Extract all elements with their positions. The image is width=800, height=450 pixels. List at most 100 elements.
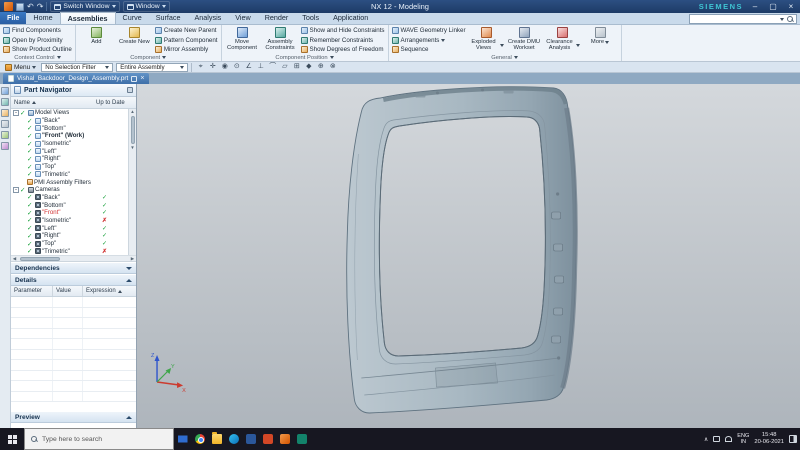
wave-geometry-linker-button[interactable]: WAVE Geometry Linker: [391, 26, 466, 35]
command-finder[interactable]: [689, 14, 797, 24]
tree-expand-toggle[interactable]: -: [13, 109, 19, 116]
save-icon[interactable]: [16, 2, 24, 11]
tree-group-model-views[interactable]: - ✓ Model Views: [11, 109, 128, 117]
ribbon-tab-tools[interactable]: Tools: [295, 12, 326, 24]
add-component-button[interactable]: Add: [79, 26, 114, 45]
intersection-icon[interactable]: ⊕: [315, 62, 326, 72]
assembly-constraints-button[interactable]: Assembly Constraints: [263, 26, 298, 51]
scroll-right-icon[interactable]: ▶: [129, 256, 136, 262]
action-center-icon[interactable]: [789, 435, 797, 443]
quadrant-icon[interactable]: ⊗: [327, 62, 338, 72]
snap-point-icon[interactable]: ✛: [207, 62, 218, 72]
clearance-analysis-button[interactable]: Clearance Analysis: [545, 26, 580, 51]
close-button[interactable]: [785, 1, 797, 12]
tab-restore-icon[interactable]: [131, 75, 138, 82]
reuse-library-icon[interactable]: [1, 120, 9, 128]
show-hide-constraints-button[interactable]: Show and Hide Constraints: [300, 26, 385, 35]
select-icon[interactable]: ⌖: [195, 62, 206, 72]
history-icon[interactable]: [1, 142, 9, 150]
undo-icon[interactable]: ↶: [27, 2, 34, 11]
more-button[interactable]: More: [583, 26, 618, 45]
tree-item-model-view[interactable]: ✓ "Bottom": [11, 124, 128, 133]
tree-item-model-view[interactable]: ✓ "Front" (Work): [11, 132, 128, 140]
pattern-component-button[interactable]: Pattern Component: [154, 35, 218, 44]
tree-item-camera[interactable]: ✓ "Right" ✓: [11, 232, 128, 240]
document-tab[interactable]: Vishal_Backdoor_Design_Assembly.prt: [3, 73, 150, 84]
value-column-header[interactable]: Value: [53, 286, 83, 296]
ribbon-tab-application[interactable]: Application: [326, 12, 375, 24]
preview-section-header[interactable]: Preview: [11, 411, 136, 423]
tree-group-cameras[interactable]: - ✓ Cameras: [11, 186, 128, 194]
tree-item-camera[interactable]: ✓ "Front" ✓: [11, 209, 128, 217]
scroll-down-icon[interactable]: ▼: [130, 145, 134, 151]
tree-item-camera[interactable]: ✓ "Back" ✓: [11, 194, 128, 202]
ribbon-tab-file[interactable]: File: [0, 12, 27, 24]
pin-icon[interactable]: [127, 87, 133, 93]
ribbon-group-label-general[interactable]: General: [392, 54, 618, 61]
name-column-header[interactable]: Name: [11, 100, 96, 106]
tree-item-model-view[interactable]: ✓ "Top": [11, 163, 128, 171]
file-explorer-icon[interactable]: [208, 428, 225, 450]
start-button[interactable]: [0, 428, 24, 450]
arrangements-button[interactable]: Arrangements: [391, 35, 466, 44]
redo-icon[interactable]: ↷: [37, 2, 44, 11]
scroll-thumb[interactable]: [130, 116, 135, 144]
show-degrees-of-freedom-button[interactable]: Show Degrees of Freedom: [300, 45, 385, 54]
ribbon-group-label-context-control[interactable]: Context Control: [3, 54, 72, 61]
viewport-3d[interactable]: Z X Y: [137, 84, 800, 428]
sequence-button[interactable]: Sequence: [391, 45, 466, 54]
angle-icon[interactable]: ∠: [243, 62, 254, 72]
tree-item-model-view[interactable]: ✓ "Right": [11, 155, 128, 163]
scroll-thumb[interactable]: [20, 256, 60, 261]
move-component-button[interactable]: Move Component: [225, 26, 260, 51]
parameter-column-header[interactable]: Parameter: [11, 286, 53, 296]
ribbon-tab-curve[interactable]: Curve: [116, 12, 149, 24]
ribbon-tab-render[interactable]: Render: [258, 12, 296, 24]
mirror-assembly-button[interactable]: Mirror Assembly: [154, 45, 218, 54]
ribbon-tab-assemblies[interactable]: Assemblies: [59, 12, 116, 24]
arc-center-icon[interactable]: ⌒: [267, 62, 278, 72]
tree-item-camera[interactable]: ✓ "Left" ✓: [11, 224, 128, 233]
scroll-up-icon[interactable]: ▲: [130, 109, 134, 115]
menu-button[interactable]: Menu: [3, 63, 38, 71]
window-menu-button[interactable]: Window: [122, 1, 170, 12]
assembly-navigator-icon[interactable]: [1, 87, 9, 95]
tree-item-model-view[interactable]: ✓ "Isometric": [11, 140, 128, 148]
show-product-outline-button[interactable]: Show Product Outline: [3, 45, 72, 54]
up-to-date-column-header[interactable]: Up to Date: [96, 100, 136, 106]
taskbar-search[interactable]: Type here to search: [24, 428, 174, 450]
ribbon-tab-home[interactable]: Home: [26, 12, 59, 24]
midpoint-icon[interactable]: ⊙: [231, 62, 242, 72]
switch-window-button[interactable]: Switch Window: [50, 1, 120, 12]
tree-item-model-view[interactable]: ✓ "Back": [11, 117, 128, 125]
ribbon-group-label-component[interactable]: Component: [79, 54, 218, 61]
create-dmu-workset-button[interactable]: Create DMU Workset: [507, 26, 542, 51]
constraint-navigator-icon[interactable]: [1, 98, 9, 106]
tree-item-pmi-filters[interactable]: PMI Assembly Filters: [11, 178, 128, 186]
view-manager-icon[interactable]: [1, 131, 9, 139]
scroll-left-icon[interactable]: ◀: [11, 256, 18, 262]
create-new-parent-button[interactable]: Create New Parent: [154, 26, 218, 35]
nx-app-icon[interactable]: [276, 428, 293, 450]
endpoint-icon[interactable]: ◉: [219, 62, 230, 72]
create-new-button[interactable]: Create New: [117, 26, 152, 45]
chrome-icon[interactable]: [191, 428, 208, 450]
perpendicular-icon[interactable]: ⊥: [255, 62, 266, 72]
dependencies-section-header[interactable]: Dependencies: [11, 262, 136, 274]
ribbon-tab-view[interactable]: View: [228, 12, 257, 24]
part-navigator-icon[interactable]: [1, 109, 9, 117]
selection-filter-dropdown[interactable]: No Selection Filter: [41, 62, 114, 72]
minimize-button[interactable]: [749, 1, 761, 12]
ribbon-tab-surface[interactable]: Surface: [149, 12, 188, 24]
network-icon[interactable]: [713, 436, 721, 442]
language-indicator[interactable]: ENG IN: [737, 433, 749, 445]
tree-item-camera[interactable]: ✓ "Top" ✓: [11, 240, 128, 248]
tree-item-camera[interactable]: ✓ "Trimetric" ✗: [11, 247, 128, 255]
open-by-proximity-button[interactable]: Open by Proximity: [3, 35, 72, 44]
tree-item-model-view[interactable]: ✓ "Left": [11, 147, 128, 156]
tray-expand-icon[interactable]: [704, 436, 708, 443]
dropdown-arrow-icon[interactable]: [780, 17, 784, 21]
powerpoint-icon[interactable]: [259, 428, 276, 450]
find-components-button[interactable]: Find Components: [3, 26, 72, 35]
grid-icon[interactable]: ⊞: [291, 62, 302, 72]
